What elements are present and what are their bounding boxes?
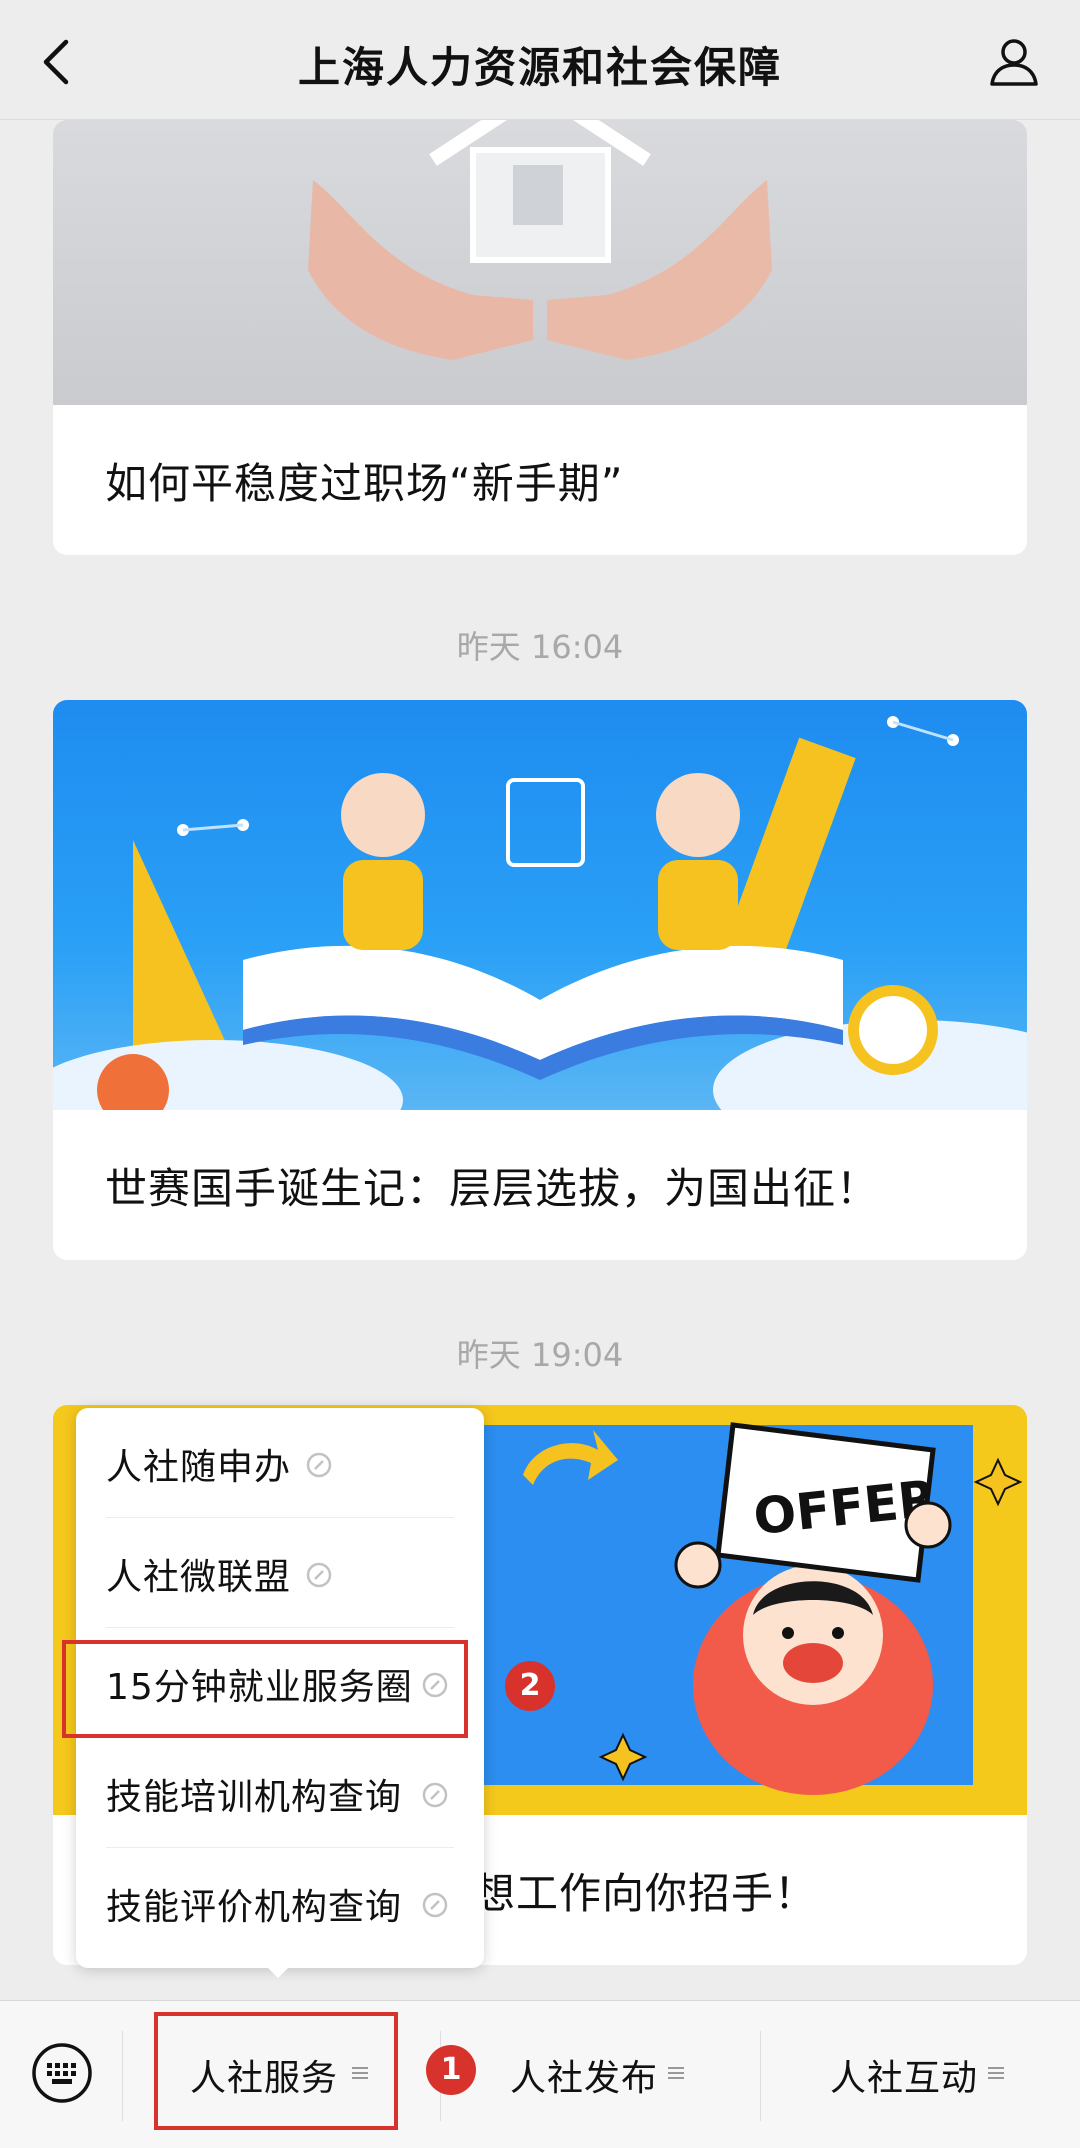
profile-button[interactable] [988,36,1040,88]
keyboard-icon [32,2043,92,2103]
page-title: 上海人力资源和社会保障 [297,43,782,92]
article-cover-image [53,120,1027,405]
message-timestamp: 昨天 19:04 [456,1336,624,1374]
link-icon [306,1562,332,1588]
top-nav-bar: 上海人力资源和社会保障 [0,0,1080,120]
submenu-item-evaluation-institution-query[interactable]: 技能评价机构查询 [106,1848,454,1958]
submenu-item-training-institution-query[interactable]: 技能培训机构查询 [106,1738,454,1848]
keyboard-toggle-button[interactable] [30,2041,94,2105]
article-title: 想工作向你招手！ [473,1869,818,1918]
article-cover-image [53,700,1027,1160]
submenu-item-label: 人社随申办 [106,1447,292,1488]
menu-icon [988,2067,1004,2079]
tab-label: 人社发布 [510,2058,659,2099]
submenu-item-label: 技能评价机构查询 [106,1887,403,1928]
article-card[interactable]: 如何平稳度过职场“新手期” [53,120,1027,555]
link-icon [422,1782,448,1808]
submenu-item-renshe-suishenban[interactable]: 人社随申办 [106,1408,454,1518]
highlight-box [62,1640,468,1738]
submenu-item-renshe-weilianmeng[interactable]: 人社微联盟 [106,1518,454,1628]
divider [760,2031,761,2121]
person-icon [990,39,1038,86]
menu-icon [668,2067,684,2079]
submenu-item-label: 技能培训机构查询 [106,1777,403,1818]
article-title: 如何平稳度过职场“新手期” [105,459,624,508]
divider [122,2031,123,2121]
tab-renshe-release[interactable]: 人社发布 [442,2001,758,2148]
article-card[interactable]: 世赛国手诞生记：层层选拔，为国出征！ [53,700,1027,1260]
step-badge: 2 [505,1661,555,1711]
message-timestamp: 昨天 16:04 [456,628,624,666]
tab-renshe-interaction[interactable]: 人社互动 [762,2001,1080,2148]
submenu-item-label: 人社微联盟 [106,1557,292,1598]
step-badge: 1 [426,2045,476,2095]
submenu-pointer [262,1962,294,1978]
article-title: 世赛国手诞生记：层层选拔，为国出征！ [105,1164,880,1213]
link-icon [306,1452,332,1478]
highlight-box [154,2012,398,2130]
link-icon [422,1892,448,1918]
tab-label: 人社互动 [830,2058,979,2099]
